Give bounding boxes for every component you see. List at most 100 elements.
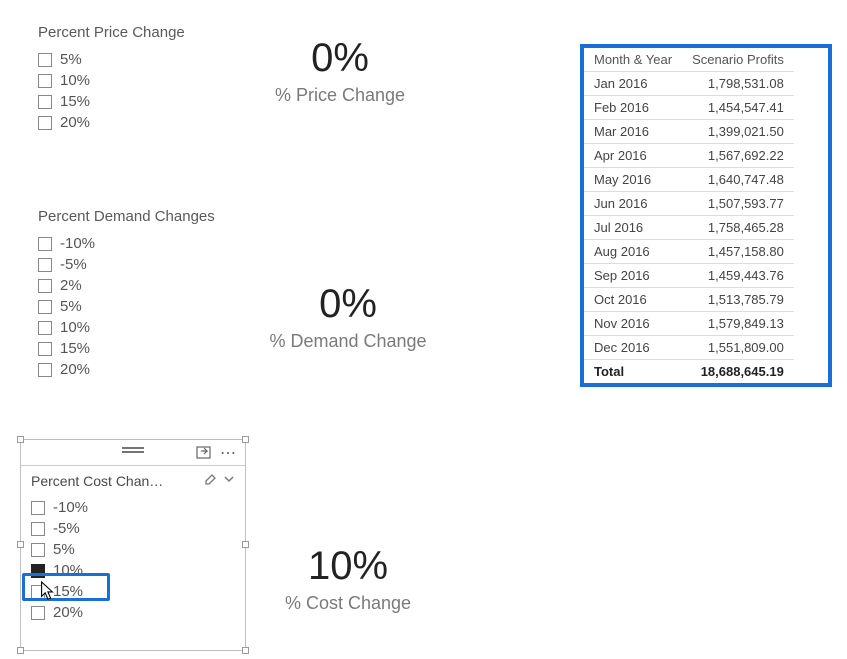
- slicer-demand: Percent Demand Changes -10% -5% 2% 5% 10% 15%…: [38, 208, 215, 380]
- table-header-row: Month & Year Scenario Profits: [584, 48, 794, 72]
- slicer-item[interactable]: 20%: [31, 602, 235, 623]
- table-cell-profit: 1,640,747.48: [682, 168, 794, 192]
- slicer-item[interactable]: 15%: [38, 91, 185, 112]
- checkbox-icon[interactable]: [38, 53, 52, 67]
- checkbox-icon[interactable]: [38, 363, 52, 377]
- table-cell-profit: 1,457,158.80: [682, 240, 794, 264]
- slicer-item[interactable]: 20%: [38, 359, 215, 380]
- table-total-value: 18,688,645.19: [682, 360, 794, 384]
- slicer-demand-title: Percent Demand Changes: [38, 208, 215, 225]
- table-cell-profit: 1,454,547.41: [682, 96, 794, 120]
- table-header-month[interactable]: Month & Year: [584, 48, 682, 72]
- table-total-label: Total: [584, 360, 682, 384]
- kpi-demand-label: % Demand Change: [238, 331, 458, 352]
- table-cell-profit: 1,579,849.13: [682, 312, 794, 336]
- slicer-item[interactable]: -5%: [31, 518, 235, 539]
- slicer-item-label: -10%: [60, 235, 95, 252]
- table-cell-month: Sep 2016: [584, 264, 682, 288]
- more-options-icon[interactable]: ⋯: [221, 446, 237, 460]
- table-cell-profit: 1,399,021.50: [682, 120, 794, 144]
- table-row[interactable]: Jul 20161,758,465.28: [584, 216, 794, 240]
- slicer-item-label: 20%: [53, 604, 83, 621]
- checkbox-icon[interactable]: [38, 258, 52, 272]
- slicer-item-label: 5%: [60, 298, 82, 315]
- table-row[interactable]: Dec 20161,551,809.00: [584, 336, 794, 360]
- slicer-item[interactable]: 15%: [38, 338, 215, 359]
- focus-mode-icon[interactable]: [195, 446, 211, 460]
- checkbox-icon[interactable]: [31, 501, 45, 515]
- chevron-down-icon[interactable]: [223, 473, 235, 488]
- slicer-cost-visual[interactable]: ⋯ Percent Cost Chan… -10% -5% 5% 10% 15% 20%: [20, 439, 246, 651]
- checkbox-icon[interactable]: [31, 585, 45, 599]
- table-cell-profit: 1,459,443.76: [682, 264, 794, 288]
- slicer-item[interactable]: 20%: [38, 112, 185, 133]
- slicer-price-title: Percent Price Change: [38, 24, 185, 41]
- visual-header: ⋯: [21, 440, 245, 466]
- slicer-demand-items: -10% -5% 2% 5% 10% 15%20%: [38, 233, 215, 380]
- table-cell-profit: 1,758,465.28: [682, 216, 794, 240]
- slicer-item-label: 10%: [60, 72, 90, 89]
- slicer-item[interactable]: 5%: [38, 296, 215, 317]
- slicer-item[interactable]: 10%: [31, 560, 235, 581]
- checkbox-icon[interactable]: [38, 300, 52, 314]
- slicer-item-label: 5%: [60, 51, 82, 68]
- clear-selection-icon[interactable]: [203, 472, 217, 489]
- slicer-item-label: -5%: [53, 520, 80, 537]
- table-cell-month: Nov 2016: [584, 312, 682, 336]
- slicer-item[interactable]: 15%: [31, 581, 235, 602]
- checkbox-icon[interactable]: [38, 95, 52, 109]
- slicer-item[interactable]: -5%: [38, 254, 215, 275]
- table-cell-month: Mar 2016: [584, 120, 682, 144]
- table-row[interactable]: Aug 20161,457,158.80: [584, 240, 794, 264]
- checkbox-icon[interactable]: [38, 116, 52, 130]
- kpi-cost-label: % Cost Change: [248, 593, 448, 614]
- checkbox-icon[interactable]: [31, 564, 45, 578]
- table-header-profit[interactable]: Scenario Profits: [682, 48, 794, 72]
- slicer-item-label: 5%: [53, 541, 75, 558]
- table-row[interactable]: Mar 20161,399,021.50: [584, 120, 794, 144]
- table-cell-month: May 2016: [584, 168, 682, 192]
- slicer-item[interactable]: -10%: [38, 233, 215, 254]
- checkbox-icon[interactable]: [38, 342, 52, 356]
- checkbox-icon[interactable]: [31, 543, 45, 557]
- checkbox-icon[interactable]: [31, 606, 45, 620]
- slicer-price: Percent Price Change 5% 10% 15% 20%: [38, 24, 185, 133]
- table-row[interactable]: Jun 20161,507,593.77: [584, 192, 794, 216]
- kpi-cost-value: 10%: [248, 544, 448, 589]
- table-row[interactable]: Feb 20161,454,547.41: [584, 96, 794, 120]
- kpi-price-label: % Price Change: [250, 85, 430, 106]
- checkbox-icon[interactable]: [38, 279, 52, 293]
- slicer-item-label: 20%: [60, 114, 90, 131]
- table-cell-month: Jul 2016: [584, 216, 682, 240]
- slicer-item[interactable]: 10%: [38, 70, 185, 91]
- slicer-item-label: -10%: [53, 499, 88, 516]
- slicer-item-label: 15%: [53, 583, 83, 600]
- table-row[interactable]: May 20161,640,747.48: [584, 168, 794, 192]
- table-row[interactable]: Jan 20161,798,531.08: [584, 72, 794, 96]
- table-cell-month: Jun 2016: [584, 192, 682, 216]
- checkbox-icon[interactable]: [38, 321, 52, 335]
- slicer-item[interactable]: 5%: [38, 49, 185, 70]
- slicer-item-label: 10%: [60, 319, 90, 336]
- slicer-item-label: 15%: [60, 93, 90, 110]
- table-cell-month: Apr 2016: [584, 144, 682, 168]
- table-row[interactable]: Oct 20161,513,785.79: [584, 288, 794, 312]
- slicer-item-label: -5%: [60, 256, 87, 273]
- slicer-cost-title: Percent Cost Chan…: [31, 473, 197, 489]
- checkbox-icon[interactable]: [31, 522, 45, 536]
- table-row[interactable]: Nov 20161,579,849.13: [584, 312, 794, 336]
- table-row[interactable]: Sep 20161,459,443.76: [584, 264, 794, 288]
- checkbox-icon[interactable]: [38, 237, 52, 251]
- drag-grip-icon[interactable]: [122, 447, 144, 453]
- slicer-item[interactable]: -10%: [31, 497, 235, 518]
- table-cell-profit: 1,798,531.08: [682, 72, 794, 96]
- slicer-item[interactable]: 2%: [38, 275, 215, 296]
- slicer-item[interactable]: 10%: [38, 317, 215, 338]
- slicer-item[interactable]: 5%: [31, 539, 235, 560]
- table-row[interactable]: Apr 20161,567,692.22: [584, 144, 794, 168]
- profits-table[interactable]: Month & Year Scenario Profits Jan 20161,…: [584, 48, 794, 383]
- table-cell-profit: 1,567,692.22: [682, 144, 794, 168]
- checkbox-icon[interactable]: [38, 74, 52, 88]
- slicer-cost-titlebar: Percent Cost Chan…: [21, 466, 245, 495]
- table-cell-profit: 1,513,785.79: [682, 288, 794, 312]
